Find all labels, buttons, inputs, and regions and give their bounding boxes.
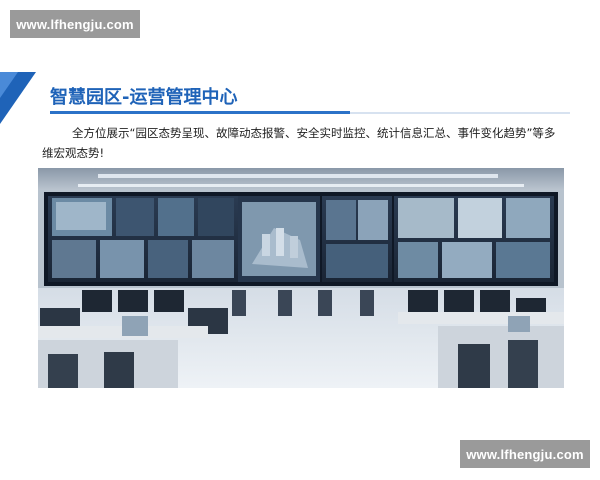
watermark-bottom: www.lfhengju.com [460,440,590,468]
title-divider-accent [50,111,350,114]
description-text: 全方位展示“园区态势呈现、故障动态报警、安全实时监控、统计信息汇总、事件变化趋势… [42,126,556,160]
page-title: 智慧园区-运营管理中心 [50,87,238,108]
control-room-illustration [38,168,564,388]
watermark-bottom-text: www.lfhengju.com [466,446,584,462]
title-section: 智慧园区-运营管理中心 [50,80,570,116]
control-room-photo [38,168,564,388]
watermark-top: www.lfhengju.com [10,10,140,38]
watermark-top-text: www.lfhengju.com [16,16,134,32]
corner-decoration-icon [0,72,36,124]
